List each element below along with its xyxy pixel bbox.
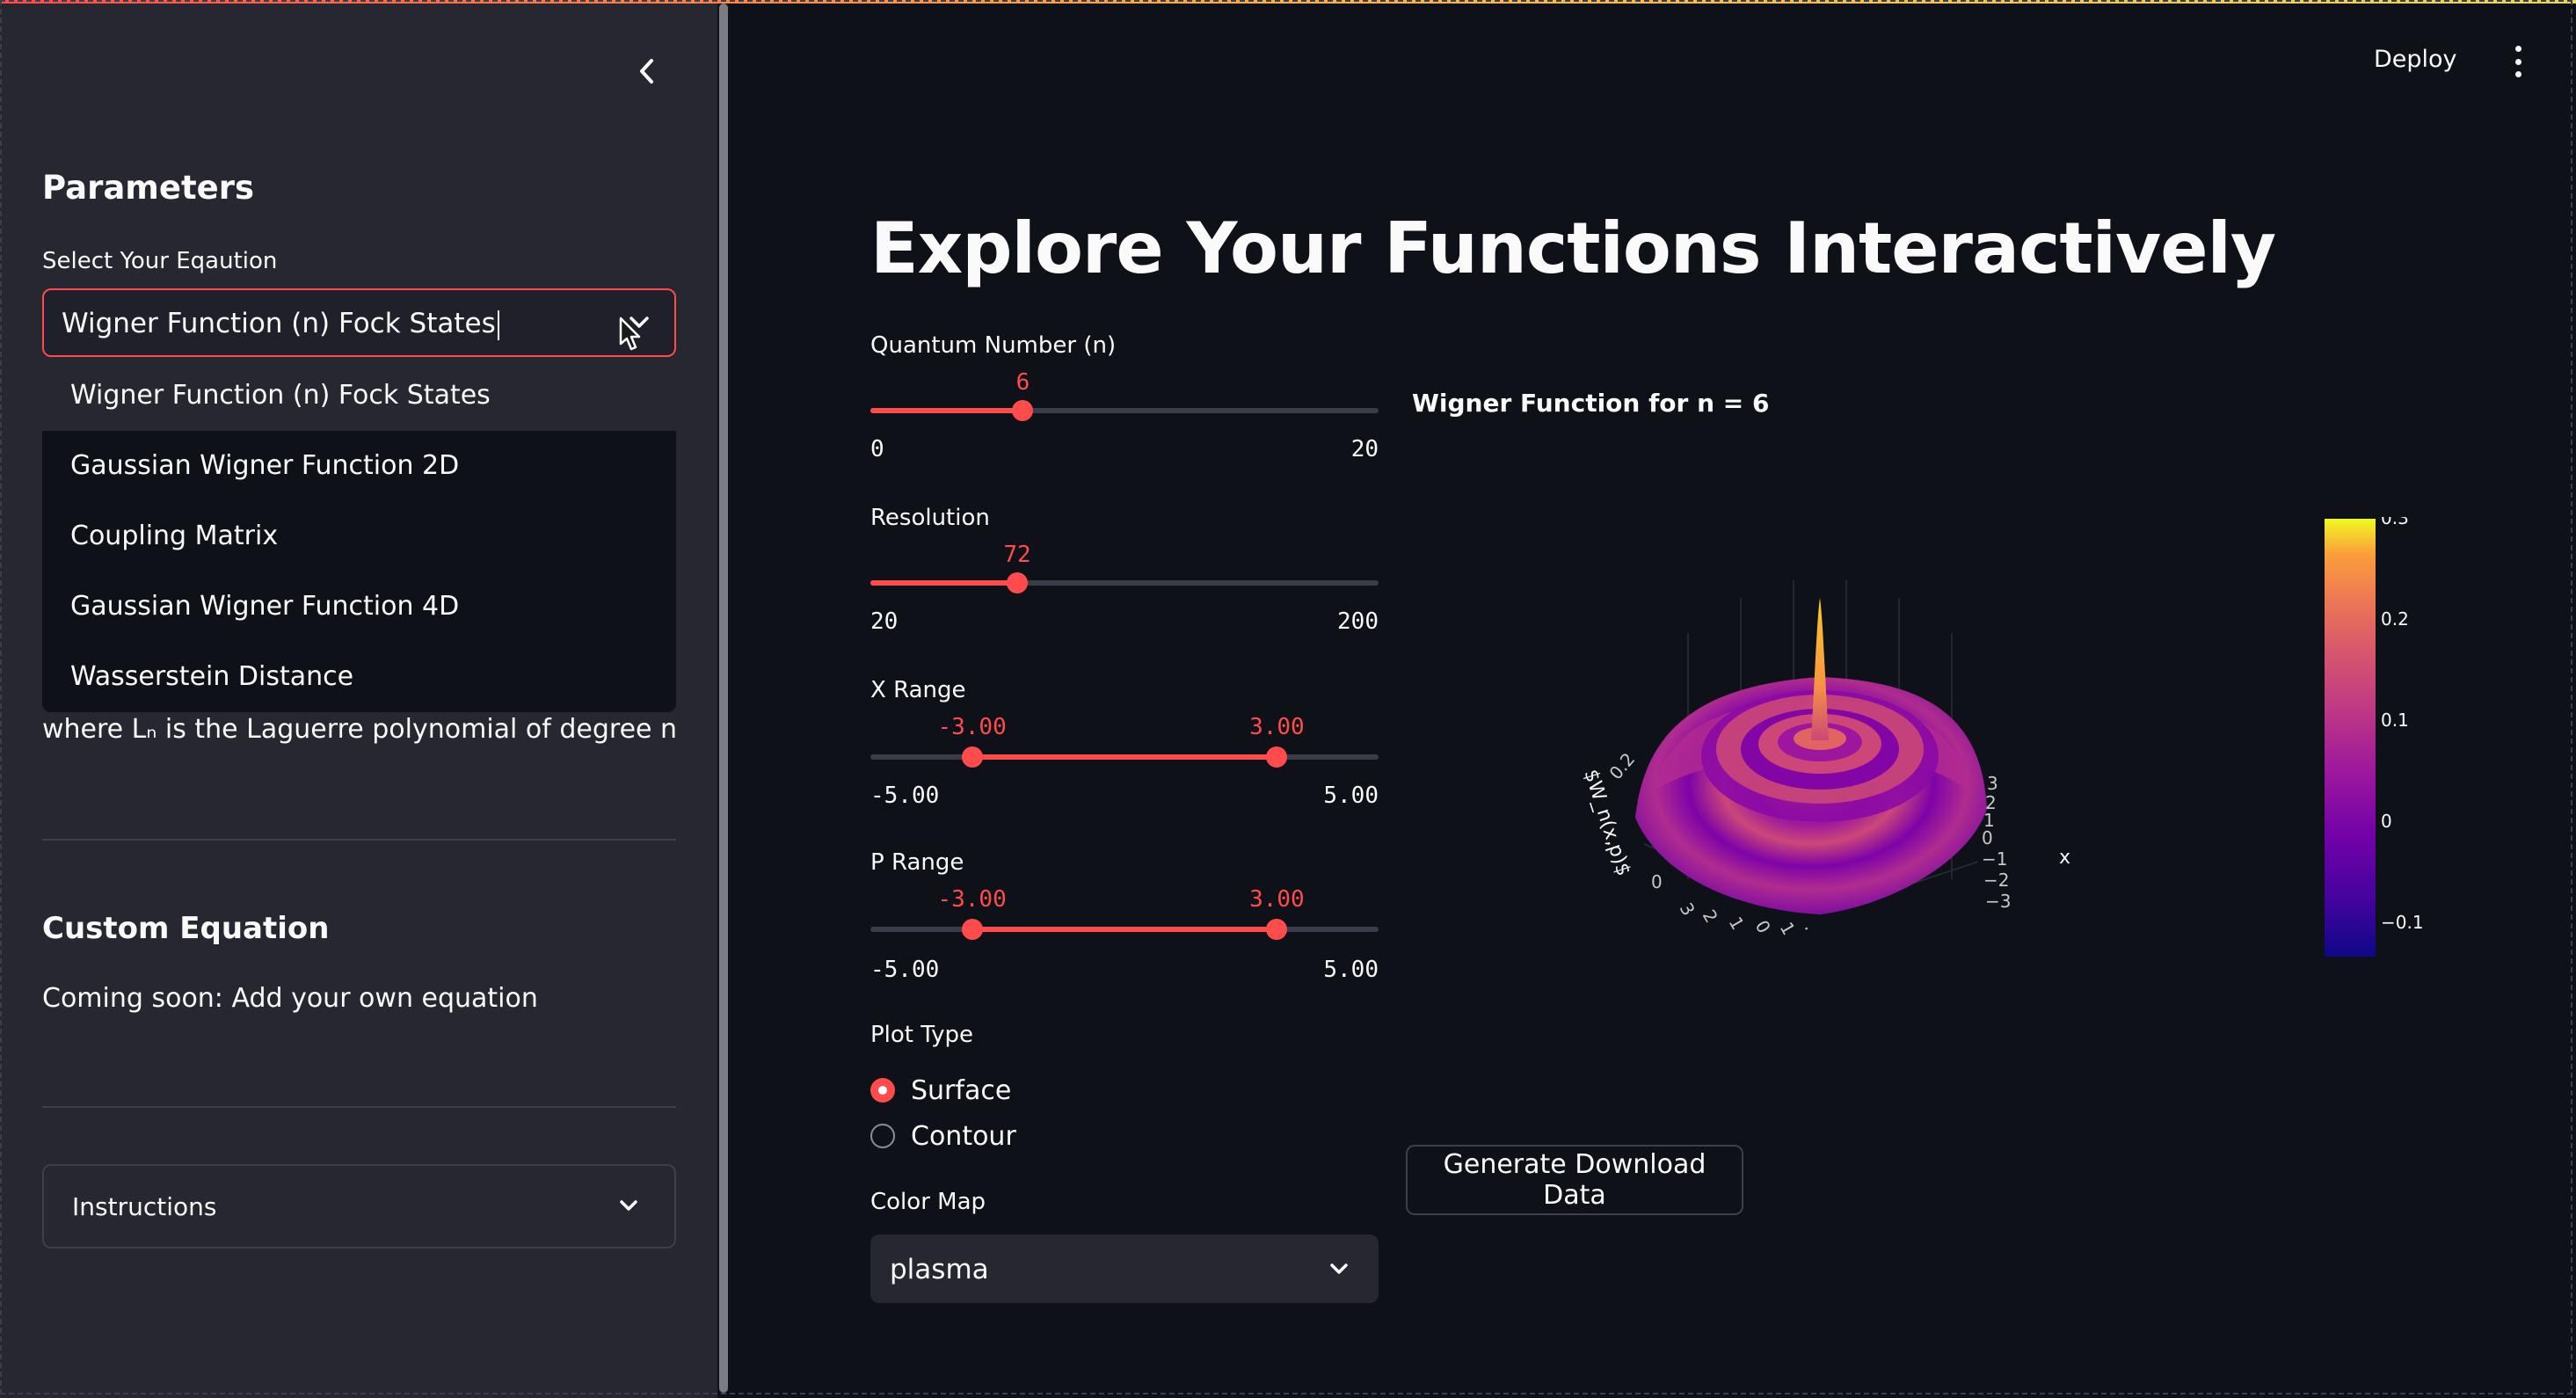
x-range-low-value: -3.00	[937, 714, 1007, 740]
quantum-number-label: Quantum Number (n)	[870, 332, 1117, 359]
chevron-left-icon	[640, 59, 653, 84]
p-axis-tick: .	[1801, 919, 1822, 935]
dropdown-option[interactable]: Coupling Matrix	[42, 501, 676, 572]
mouse-cursor-icon	[619, 317, 641, 351]
colorbar-tick: 0.3	[2381, 517, 2409, 528]
resolution-slider-thumb[interactable]	[1007, 572, 1029, 593]
radio-unselected-icon[interactable]	[870, 1124, 895, 1148]
x-range-slider[interactable]	[870, 746, 1379, 768]
color-map-value: plasma	[890, 1254, 989, 1285]
equation-dropdown-list: Wigner Function (n) Fock States Gaussian…	[42, 360, 676, 712]
top-accent-bar	[0, 0, 2576, 4]
x-range-label: X Range	[870, 677, 966, 703]
sidebar-title: Parameters	[42, 169, 255, 207]
radio-selected-icon[interactable]	[870, 1078, 895, 1103]
p-range-high-value: 3.00	[1249, 886, 1305, 913]
slider-fill	[870, 408, 1023, 413]
resolution-min: 20	[870, 608, 899, 635]
color-map-label: Color Map	[870, 1189, 986, 1215]
collapse-sidebar-button[interactable]	[629, 53, 666, 90]
p-range-max: 5.00	[1323, 957, 1379, 983]
surface-central-peak	[1811, 598, 1829, 740]
plot-type-label: Plot Type	[870, 1022, 973, 1048]
quantum-number-slider[interactable]	[870, 400, 1379, 421]
p-range-label: P Range	[870, 849, 964, 876]
p-range-low-thumb[interactable]	[961, 919, 983, 940]
radio-surface[interactable]: Surface	[870, 1073, 1011, 1108]
quantum-number-slider-thumb[interactable]	[1012, 400, 1034, 421]
z-axis-label: $W_n(x,p)$	[1579, 767, 1634, 878]
dropdown-option[interactable]: Wasserstein Distance	[42, 642, 676, 712]
x-range-min: -5.00	[870, 783, 940, 809]
text-caret	[497, 309, 499, 340]
z-axis-tick: 0.2	[1605, 748, 1639, 783]
sidebar-scrollbar-thumb[interactable]	[719, 4, 728, 1393]
x-axis-tick: −2	[1983, 870, 2009, 891]
colorbar-tick: 0.2	[2381, 608, 2409, 630]
x-range-high-thumb[interactable]	[1266, 746, 1288, 768]
p-axis-tick: 2	[1699, 907, 1722, 927]
x-range-high-value: 3.00	[1249, 714, 1305, 740]
wigner-surface-plot[interactable]: $W_n(x,p)$ 0.2 0 x 3210−1−2−3 32 1 0 1.	[1556, 545, 2075, 985]
x-axis-tick: 3	[1987, 773, 1998, 794]
laguerre-description: where Lₙ is the Laguerre polynomial of d…	[42, 714, 678, 745]
quantum-number-value: 6	[1015, 369, 1030, 396]
dropdown-option[interactable]: Gaussian Wigner Function 2D	[42, 431, 676, 501]
chevron-down-icon	[615, 1192, 642, 1219]
colorbar: 0.3 0.2 0.1 0 −0.1	[2325, 517, 2424, 957]
x-axis-tick: −1	[1982, 848, 2007, 870]
p-axis-tick: 1	[1725, 914, 1749, 934]
sidebar-divider	[42, 1106, 676, 1108]
slider-fill	[870, 580, 1018, 586]
page-title: Explore Your Functions Interactively	[870, 208, 2276, 289]
colorbar-tick: 0.1	[2381, 710, 2409, 731]
colorbar-gradient	[2325, 519, 2376, 957]
x-axis-label: x	[2059, 847, 2070, 869]
p-range-slider[interactable]	[870, 919, 1379, 940]
radio-contour-label: Contour	[911, 1120, 1016, 1152]
p-axis-tick: 0	[1751, 917, 1775, 937]
custom-equation-text: Coming soon: Add your own equation	[42, 983, 538, 1014]
p-range-min: -5.00	[870, 957, 940, 983]
p-range-high-thumb[interactable]	[1266, 919, 1288, 940]
deploy-button[interactable]: Deploy	[2374, 46, 2457, 73]
slider-fill	[971, 754, 1277, 760]
z-axis-tick: 0	[1651, 871, 1663, 892]
instructions-label: Instructions	[72, 1192, 217, 1221]
resolution-value: 72	[1003, 542, 1031, 568]
p-range-low-value: -3.00	[937, 886, 1007, 913]
p-axis-tick: 1	[1776, 919, 1800, 939]
sidebar-divider	[42, 839, 676, 841]
x-axis-ticks: 3210−1−2−3	[1982, 773, 2011, 912]
equation-select-value[interactable]: Wigner Function (n) Fock States	[62, 308, 499, 340]
x-range-low-thumb[interactable]	[961, 746, 983, 768]
dropdown-option[interactable]: Gaussian Wigner Function 4D	[42, 572, 676, 642]
equation-select[interactable]: Wigner Function (n) Fock States	[42, 288, 676, 357]
x-axis-tick: 0	[1982, 827, 1993, 848]
custom-equation-title: Custom Equation	[42, 911, 330, 946]
quantum-number-max: 20	[1350, 436, 1379, 462]
colorbar-tick: 0	[2381, 811, 2392, 832]
x-range-max: 5.00	[1323, 783, 1379, 809]
resolution-label: Resolution	[870, 505, 990, 531]
colorbar-tick: −0.1	[2381, 912, 2424, 933]
equation-select-label: Select Your Eqaution	[42, 248, 278, 274]
instructions-expander[interactable]: Instructions	[42, 1164, 676, 1249]
chevron-down-icon	[1326, 1256, 1352, 1282]
quantum-number-min: 0	[870, 436, 884, 462]
x-axis-tick: −3	[1985, 891, 2011, 912]
radio-contour[interactable]: Contour	[870, 1118, 1016, 1154]
resolution-slider[interactable]	[870, 572, 1379, 593]
main-menu-icon[interactable]	[2506, 46, 2530, 77]
radio-surface-label: Surface	[911, 1074, 1012, 1106]
chart-title: Wigner Function for n = 6	[1412, 389, 1770, 418]
color-map-select[interactable]: plasma	[870, 1234, 1379, 1303]
generate-download-data-button[interactable]: Generate Download Data	[1406, 1145, 1743, 1215]
dropdown-option[interactable]: Wigner Function (n) Fock States	[42, 360, 676, 431]
p-axis-tick: 3	[1676, 899, 1699, 920]
slider-fill	[971, 927, 1277, 932]
colorbar-ticks: 0.3 0.2 0.1 0 −0.1	[2381, 517, 2424, 933]
resolution-max: 200	[1337, 608, 1379, 635]
